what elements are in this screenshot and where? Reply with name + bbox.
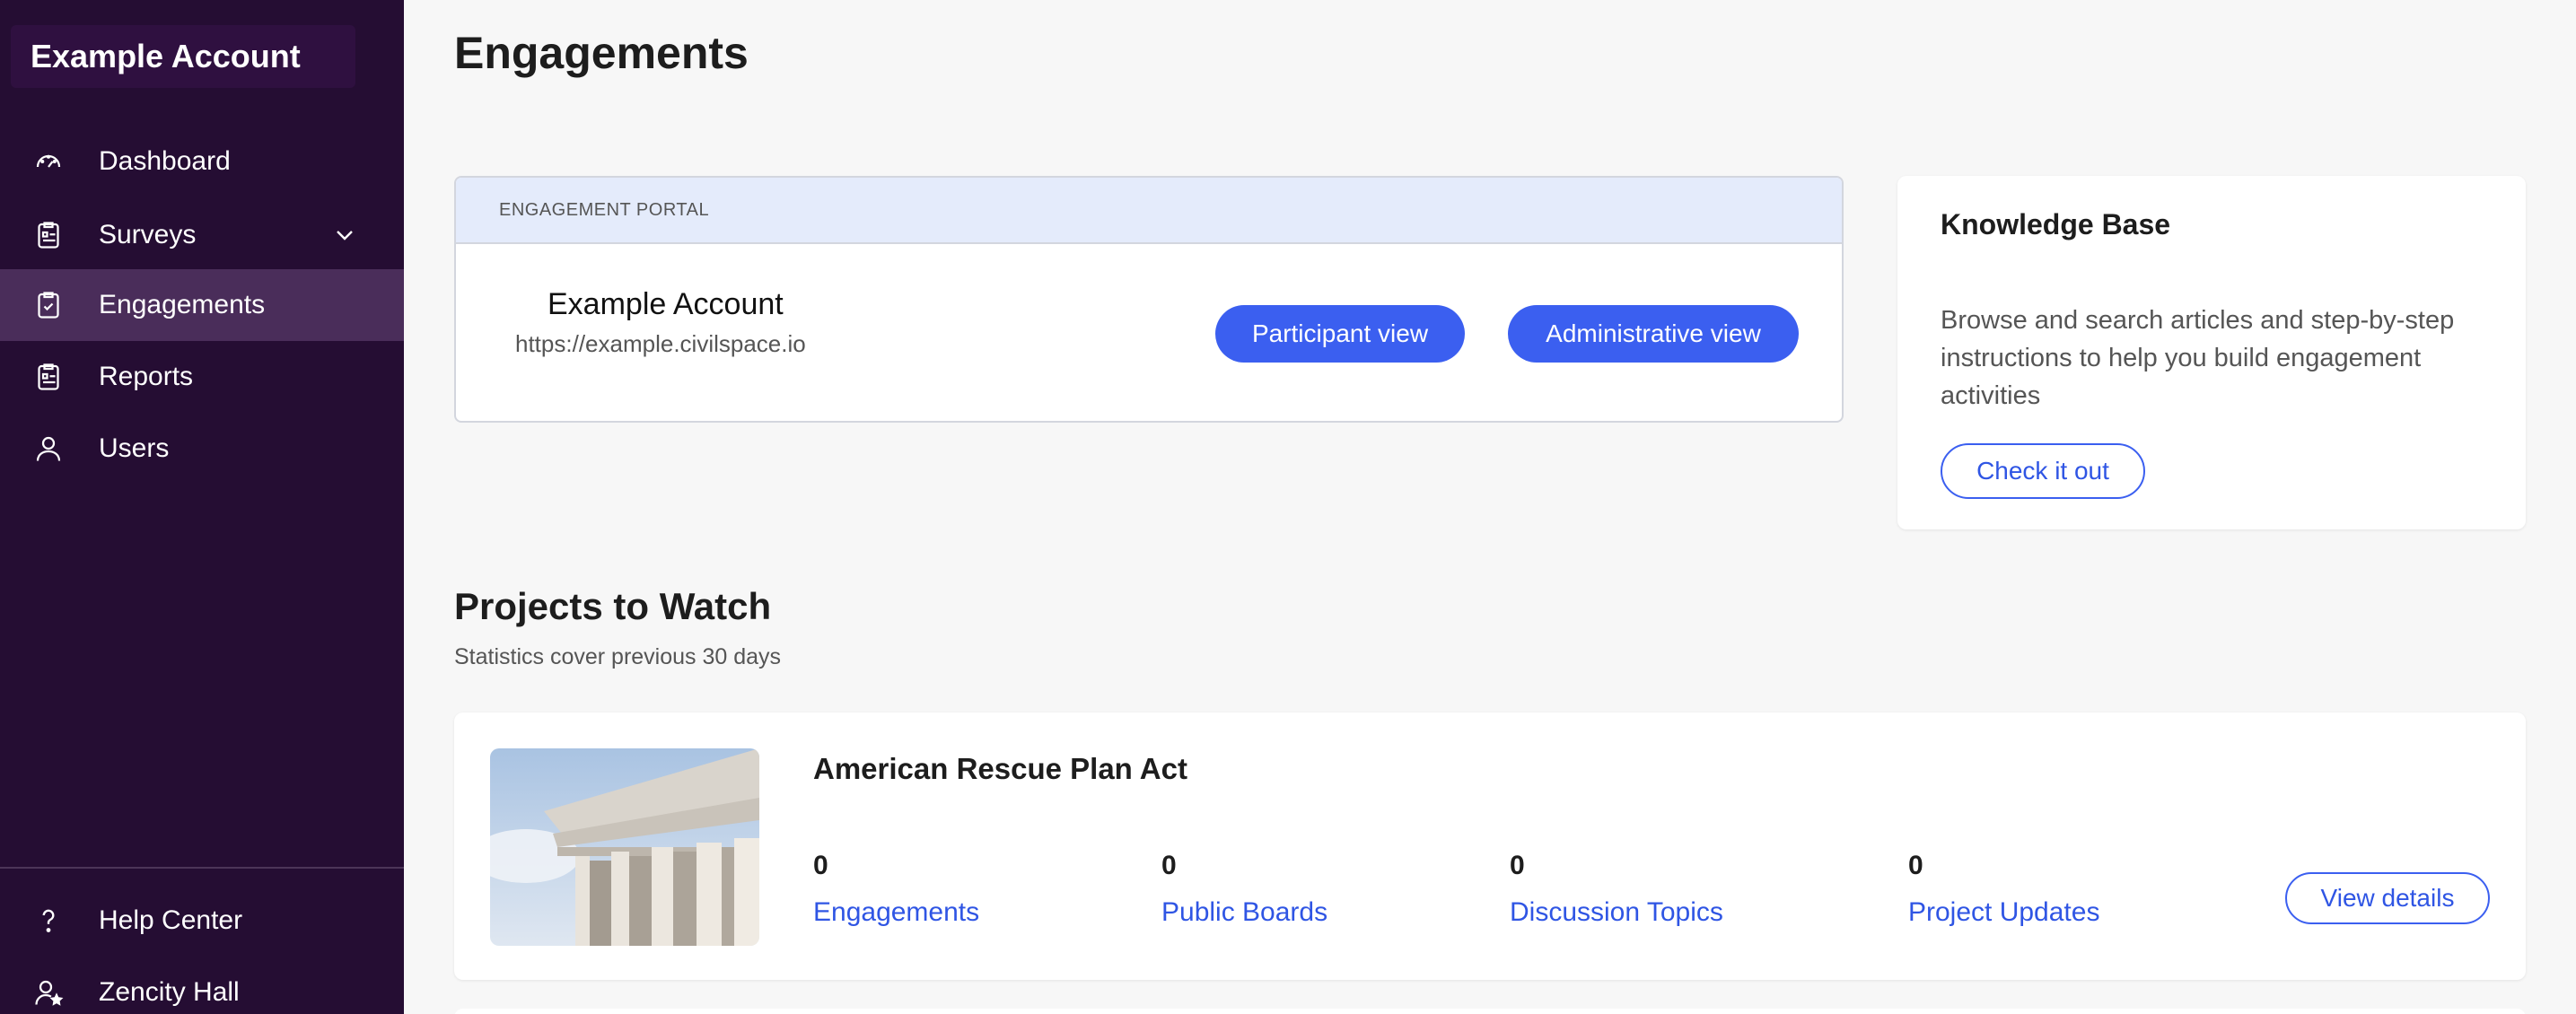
knowledge-base-card: Knowledge Base Browse and search article… (1897, 176, 2526, 529)
stat-link-discussion-topics[interactable]: Discussion Topics (1510, 897, 1723, 928)
administrative-view-button[interactable]: Administrative view (1508, 305, 1799, 363)
sidebar-item-engagements[interactable]: Engagements (0, 269, 404, 341)
portal-url: https://example.civilspace.io (515, 330, 806, 357)
page-title: Engagements (454, 28, 749, 78)
portal-account-name: Example Account (548, 287, 784, 321)
sidebar-item-label: Zencity Hall (99, 977, 240, 1007)
view-details-button[interactable]: View details (2285, 872, 2490, 924)
stat-value: 0 (813, 851, 828, 880)
knowledge-base-title: Knowledge Base (1941, 208, 2171, 240)
stat-project-updates: 0 Project Updates (1908, 851, 2099, 928)
sidebar-divider (0, 867, 404, 869)
check-it-out-button[interactable]: Check it out (1941, 443, 2145, 499)
sidebar-item-zencity-hall[interactable]: Zencity Hall (0, 957, 404, 1014)
sidebar-item-label: Dashboard (99, 146, 231, 176)
account-name: Example Account (31, 38, 301, 74)
sidebar-item-surveys[interactable]: Surveys (0, 199, 404, 271)
chevron-down-icon[interactable] (330, 221, 359, 249)
knowledge-base-description: Browse and search articles and step-by-s… (1941, 306, 2455, 410)
project-name: American Rescue Plan Act (813, 752, 1187, 785)
user-icon (36, 436, 61, 461)
engagement-portal-card: ENGAGEMENT PORTAL Example Account https:… (454, 176, 1844, 423)
sidebar-item-label: Users (99, 433, 170, 463)
sidebar-item-dashboard[interactable]: Dashboard (0, 126, 404, 197)
sidebar: Example Account Dashboard Surveys Engage… (0, 0, 404, 1014)
stat-value: 0 (1510, 851, 1525, 880)
gauge-icon (36, 154, 61, 168)
sidebar-item-label: Surveys (99, 220, 197, 249)
portal-header: ENGAGEMENT PORTAL (456, 178, 1842, 244)
stat-discussion-topics: 0 Discussion Topics (1510, 851, 1723, 928)
stat-link-public-boards[interactable]: Public Boards (1161, 897, 1327, 928)
stat-link-project-updates[interactable]: Project Updates (1908, 897, 2099, 928)
account-switcher[interactable]: Example Account (11, 25, 355, 88)
survey-icon (38, 222, 59, 249)
sidebar-item-label: Engagements (99, 290, 266, 319)
sidebar-item-help-center[interactable]: Help Center (0, 885, 404, 957)
sidebar-item-users[interactable]: Users (0, 413, 404, 485)
sidebar-item-reports[interactable]: Reports (0, 341, 404, 413)
stat-public-boards: 0 Public Boards (1161, 851, 1327, 928)
projects-subtitle: Statistics cover previous 30 days (454, 644, 782, 669)
stat-link-engagements[interactable]: Engagements (813, 897, 979, 928)
participant-view-button[interactable]: Participant view (1215, 305, 1465, 363)
user-star-icon (35, 980, 64, 1006)
project-image (490, 748, 759, 946)
sidebar-item-label: Reports (99, 362, 194, 391)
stat-value: 0 (1161, 851, 1177, 880)
projects-to-watch-title: Projects to Watch (454, 585, 772, 627)
project-card (454, 1009, 2526, 1014)
stat-value: 0 (1908, 851, 1923, 880)
report-icon (38, 363, 59, 390)
project-card: American Rescue Plan Act 0 Engagements 0… (454, 712, 2526, 980)
stat-engagements: 0 Engagements (813, 851, 979, 928)
question-icon (42, 909, 55, 932)
sidebar-item-label: Help Center (99, 905, 243, 935)
clipboard-check-icon (38, 292, 59, 319)
